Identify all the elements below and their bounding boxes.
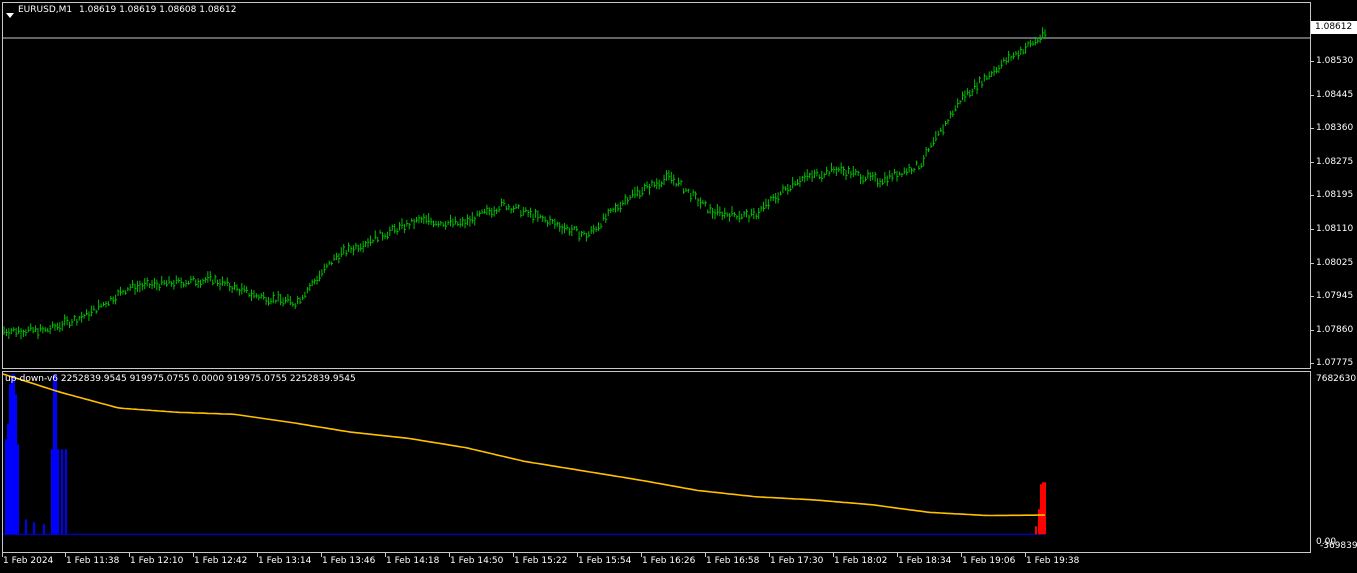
price-axis-tick (1311, 296, 1314, 298)
price-axis-label: 1.08445 (1316, 89, 1354, 100)
time-axis-label: 1 Feb 13:46 (322, 556, 376, 566)
time-axis-label: 1 Feb 12:10 (130, 556, 184, 566)
price-axis-label: 1.07775 (1316, 358, 1354, 369)
price-axis-label: 1.08025 (1316, 257, 1354, 268)
up-histogram-bar (5, 439, 7, 535)
time-axis-label: 1 Feb 11:38 (66, 556, 120, 566)
time-axis-tick (193, 553, 194, 557)
up-histogram-bar (55, 374, 57, 535)
time-axis-label: 1 Feb 15:22 (514, 556, 568, 566)
price-axis-label: 1.08110 (1316, 224, 1354, 234)
time-axis-tick (257, 553, 258, 557)
symbol-dropdown[interactable] (5, 6, 15, 18)
price-chart (3, 27, 1310, 340)
time-axis-tick (1025, 553, 1026, 557)
down-histogram-bar (1044, 482, 1046, 535)
time-axis-label: 1 Feb 14:18 (386, 556, 440, 566)
time-axis-tick (961, 553, 962, 557)
price-axis-tick (1311, 262, 1314, 264)
time-axis-label: 1 Feb 19:38 (1026, 556, 1080, 566)
time-axis-tick (385, 553, 386, 557)
down-histogram-bar (1040, 484, 1042, 535)
price-axis-tick (1311, 94, 1314, 96)
up-histogram-bar (43, 524, 45, 535)
indicator-chart (3, 373, 1046, 535)
time-axis-tick (129, 553, 130, 557)
price-axis-label: 1.08275 (1316, 156, 1354, 167)
down-histogram-bar (1042, 482, 1044, 535)
time-axis-tick (449, 553, 450, 557)
price-axis-tick (1311, 61, 1314, 62)
triangle-down-icon (6, 13, 14, 18)
price-axis-label: 1.08195 (1316, 190, 1354, 201)
down-histogram-bar (1035, 526, 1037, 535)
time-axis-tick (2, 553, 3, 557)
time-axis-label: 1 Feb 15:54 (578, 556, 632, 566)
up-histogram-bar (33, 522, 35, 535)
price-axis-label: 1.07860 (1316, 324, 1354, 335)
up-histogram-bar (25, 519, 27, 535)
time-axis-tick (321, 553, 322, 557)
ohlc-values: 1.08619 1.08619 1.08608 1.08612 (79, 5, 237, 15)
up-histogram-bar (15, 394, 17, 535)
current-price-label: 1.08612 (1315, 22, 1353, 32)
time-axis-tick (769, 553, 770, 557)
time-axis-label: 1 Feb 19:06 (962, 556, 1016, 566)
up-histogram-bar (65, 449, 67, 535)
up-histogram-bar (57, 449, 59, 535)
price-axis-tick (1311, 363, 1314, 365)
up-histogram-bar (13, 374, 15, 535)
time-axis-label: 1 Feb 2024 (3, 556, 54, 566)
down-histogram-bar (1038, 509, 1040, 535)
time-axis-label: 1 Feb 16:58 (706, 556, 760, 566)
price-axis-tick (1311, 195, 1314, 197)
price-axis-label: 1.08530 (1316, 56, 1354, 66)
up-histogram-bar (11, 374, 13, 535)
time-axis-label: 1 Feb 13:14 (258, 556, 312, 566)
up-histogram-bar (61, 449, 63, 535)
time-axis-tick (513, 553, 514, 557)
price-axis-tick (1311, 229, 1314, 230)
price-axis-tick (1311, 128, 1314, 130)
indicator-line (3, 373, 1045, 517)
time-axis-label: 1 Feb 18:02 (834, 556, 888, 566)
symbol-label: EURUSD,M1 (18, 5, 73, 15)
up-histogram-bar (9, 384, 11, 535)
indicator-label: up-down-v6 2252839.9545 919975.0755 0.00… (5, 374, 356, 384)
price-axis-label: 1.07945 (1316, 291, 1354, 302)
up-histogram-bar (7, 424, 9, 535)
time-axis-tick (65, 553, 66, 557)
indicator-bottom-value2: -369839.5 (1320, 541, 1357, 551)
time-axis-tick (577, 553, 578, 557)
price-axis-tick (1311, 329, 1314, 331)
time-axis-label: 1 Feb 16:26 (642, 556, 696, 566)
time-axis-tick (897, 553, 898, 557)
time-axis-tick (641, 553, 642, 557)
up-histogram-bar (51, 449, 53, 535)
up-histogram-bar (17, 444, 19, 535)
up-histogram-bar (53, 374, 55, 535)
price-axis-tick (1311, 161, 1314, 163)
time-axis-tick (705, 553, 706, 557)
price-axis-label: 1.08360 (1316, 123, 1354, 134)
time-axis-label: 1 Feb 17:30 (770, 556, 824, 566)
indicator-top-value: 7682630.4 (1316, 374, 1357, 384)
time-axis-label: 1 Feb 14:50 (450, 556, 504, 566)
current-price-badge: 1.08612 (1311, 21, 1357, 34)
time-axis-tick (833, 553, 834, 557)
time-axis-label: 1 Feb 18:34 (898, 556, 952, 566)
time-axis-label: 1 Feb 12:42 (194, 556, 248, 566)
